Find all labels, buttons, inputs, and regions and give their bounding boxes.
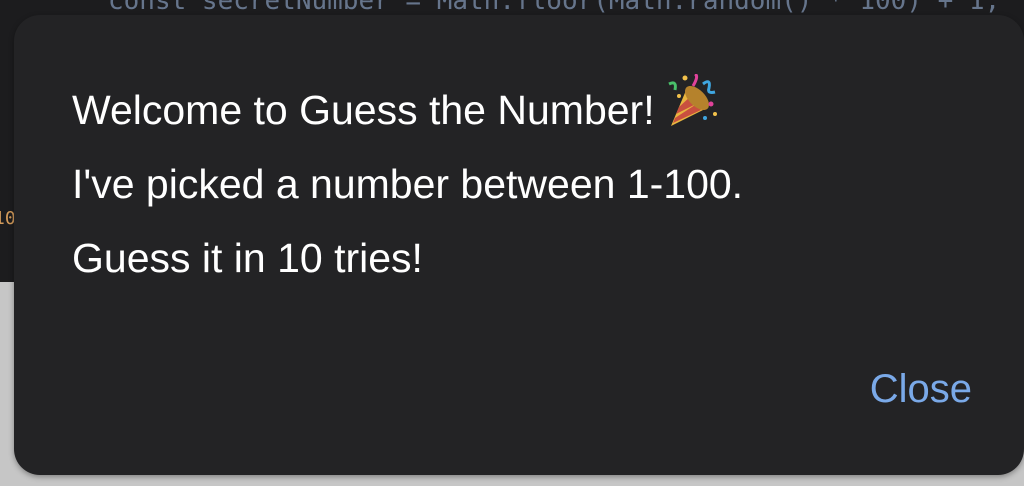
party-popper-icon bbox=[665, 72, 719, 130]
code-line: const secretNumber = Math.floor(Math.ran… bbox=[108, 0, 1001, 16]
message-line-1: Welcome to Guess the Number! bbox=[72, 72, 972, 147]
welcome-text: Welcome to Guess the Number! bbox=[72, 87, 655, 133]
message-line-3: Guess it in 10 tries! bbox=[72, 235, 423, 281]
alert-dialog: Welcome to Guess the Number! I've picked… bbox=[14, 15, 1024, 475]
close-button[interactable]: Close bbox=[870, 367, 972, 412]
alert-message: Welcome to Guess the Number! I've picked… bbox=[72, 72, 972, 295]
message-line-2: I've picked a number between 1-100. bbox=[72, 161, 744, 207]
